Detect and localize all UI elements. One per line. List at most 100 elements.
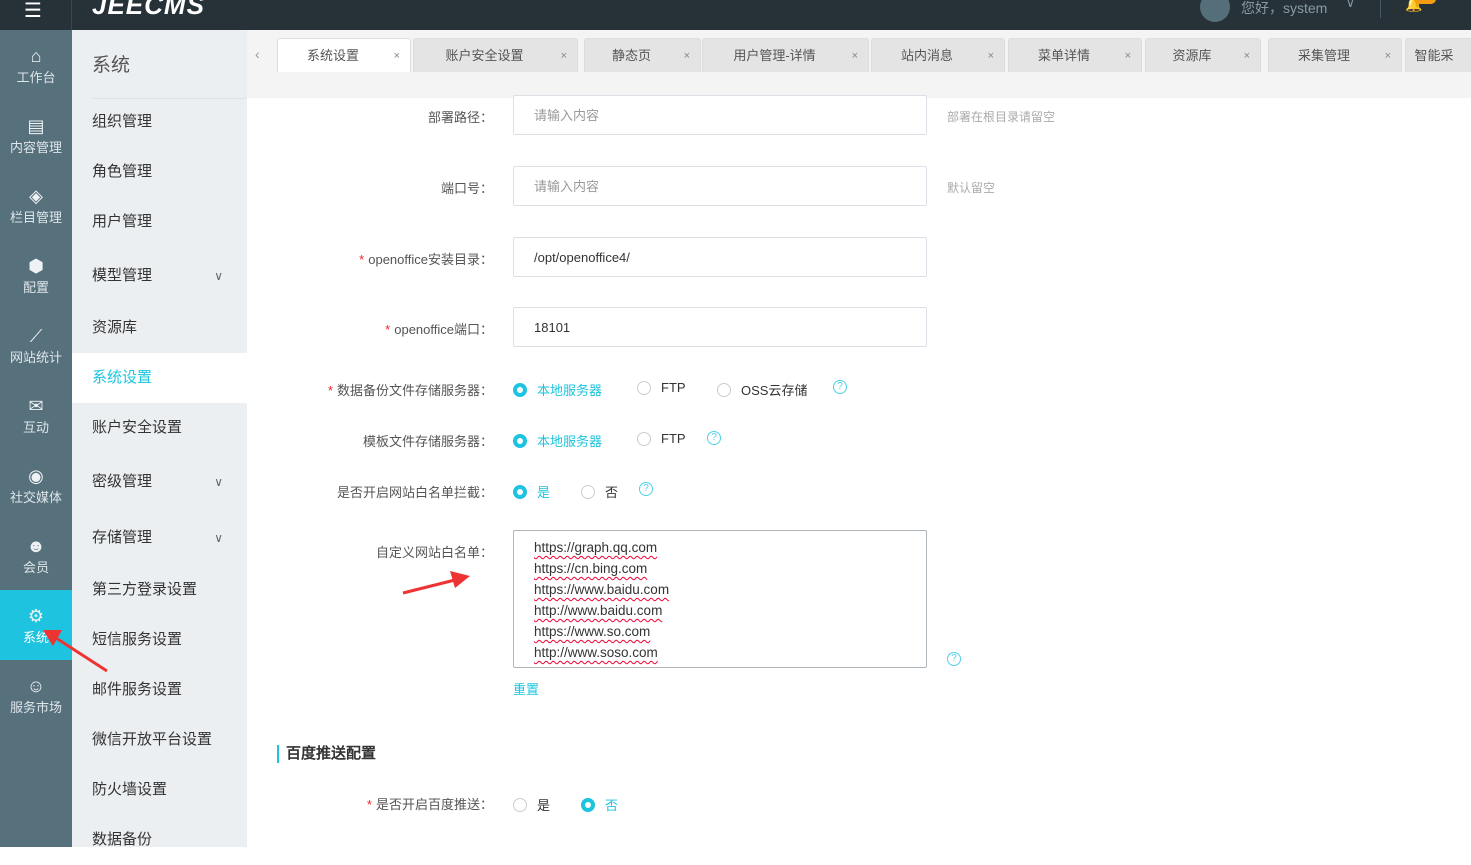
tab[interactable]: 账户安全设置 × bbox=[413, 38, 578, 72]
iconbar-item[interactable]: ✉ 互动 bbox=[0, 380, 72, 450]
reset-link[interactable]: 重置 bbox=[513, 679, 539, 698]
avatar[interactable] bbox=[1200, 0, 1230, 22]
iconbar-label: 互动 bbox=[22, 419, 49, 435]
radio-label: 否 bbox=[605, 798, 619, 813]
whitelist-line: http://www.soso.com bbox=[534, 645, 658, 660]
radio-label: 是 bbox=[537, 798, 551, 813]
tab[interactable]: 资源库 × bbox=[1145, 38, 1261, 72]
hamburger-menu-icon[interactable]: ☰ bbox=[24, 0, 42, 23]
iconbar-item[interactable]: ▤ 内容管理 bbox=[0, 100, 72, 170]
iconbar-item[interactable]: ☻ 会员 bbox=[0, 520, 72, 590]
openoffice-dir-label: * openoffice安装目录： bbox=[359, 249, 493, 268]
tab[interactable]: 站内消息 × bbox=[871, 38, 1005, 72]
red-arrow-annotation bbox=[402, 571, 470, 595]
help-icon[interactable]: ? bbox=[947, 652, 961, 666]
tab-label: 静态页 bbox=[611, 48, 651, 63]
radio-dot[interactable] bbox=[717, 382, 731, 397]
iconbar-item[interactable]: ☺ 服务市场 bbox=[0, 660, 72, 730]
user-greeting[interactable]: 您好，system bbox=[1241, 0, 1327, 18]
close-icon[interactable]: × bbox=[561, 39, 567, 73]
radio-baidu-no[interactable]: 否 bbox=[581, 795, 618, 814]
iconbar-item[interactable]: ⟋ 网站统计 bbox=[0, 310, 72, 380]
tab[interactable]: 用户管理-详情 × bbox=[702, 38, 869, 72]
close-icon[interactable]: × bbox=[852, 39, 858, 73]
radio-dot[interactable] bbox=[581, 484, 595, 499]
chevron-left-icon[interactable]: ‹ bbox=[255, 46, 260, 62]
close-icon[interactable]: × bbox=[988, 39, 994, 73]
tab[interactable]: 系统设置 × bbox=[277, 38, 411, 72]
submenu-label: 用户管理 bbox=[92, 213, 153, 230]
radio-backup-oss[interactable]: OSS云存储 bbox=[717, 380, 807, 399]
radio-backup-local[interactable]: 本地服务器 bbox=[513, 380, 602, 399]
submenu-item[interactable]: 组织管理 bbox=[72, 97, 247, 147]
gear-icon: ⚙ bbox=[27, 605, 45, 626]
tab[interactable]: 菜单详情 × bbox=[1008, 38, 1142, 72]
radio-label: FTP bbox=[661, 380, 686, 395]
close-icon[interactable]: × bbox=[684, 39, 690, 73]
radio-label: 本地服务器 bbox=[537, 383, 603, 398]
whitelist-textarea[interactable]: https://graph.qq.com https://cn.bing.com h… bbox=[513, 530, 927, 668]
radio-dot[interactable] bbox=[513, 797, 527, 812]
radio-dot[interactable] bbox=[513, 433, 527, 448]
openoffice-dir-input[interactable] bbox=[513, 237, 927, 277]
help-icon[interactable]: ? bbox=[833, 380, 847, 394]
submenu-item[interactable]: 账户安全设置 bbox=[72, 403, 247, 453]
submenu-label: 数据备份 bbox=[92, 831, 153, 848]
tab[interactable]: 采集管理 × bbox=[1268, 38, 1402, 72]
radio-dot[interactable] bbox=[637, 380, 651, 395]
submenu-label: 短信服务设置 bbox=[92, 631, 183, 648]
tab[interactable]: 静态页 × bbox=[584, 38, 701, 72]
submenu-item[interactable]: 微信开放平台设置 bbox=[72, 715, 247, 765]
close-icon[interactable]: × bbox=[1244, 39, 1250, 73]
submenu-item[interactable]: 防火墙设置 bbox=[72, 765, 247, 815]
whitelist-label: 自定义网站白名单： bbox=[375, 545, 493, 560]
help-icon[interactable]: ? bbox=[707, 431, 721, 445]
home-icon: ⌂ bbox=[30, 45, 42, 66]
close-icon[interactable]: × bbox=[394, 39, 400, 73]
iconbar-item[interactable]: ◉ 社交媒体 bbox=[0, 450, 72, 520]
radio-backup-ftp[interactable]: FTP bbox=[637, 380, 686, 395]
cube-icon: ⬢ bbox=[28, 255, 44, 276]
radio-baidu-yes[interactable]: 是 bbox=[513, 795, 550, 814]
iconbar-label: 会员 bbox=[22, 559, 49, 575]
iconbar-item[interactable]: ⌂ 工作台 bbox=[0, 30, 72, 100]
close-icon[interactable]: × bbox=[1385, 39, 1391, 73]
close-icon[interactable]: × bbox=[1125, 39, 1131, 73]
submenu-item[interactable]: 密级管理 ∨ bbox=[72, 457, 247, 507]
iconbar-item[interactable]: ◈ 栏目管理 bbox=[0, 170, 72, 240]
submenu-item[interactable]: 用户管理 bbox=[72, 197, 247, 247]
submenu-item[interactable]: 数据备份 bbox=[72, 815, 247, 865]
radio-template-ftp[interactable]: FTP bbox=[637, 431, 686, 446]
submenu-item[interactable]: 资源库 bbox=[72, 303, 247, 353]
submenu-item[interactable]: 存储管理 ∨ bbox=[72, 513, 247, 563]
section-title: 百度推送配置 bbox=[277, 745, 376, 763]
submenu-item[interactable]: 角色管理 bbox=[72, 147, 247, 197]
chevron-down-icon[interactable]: ∨ bbox=[214, 513, 223, 563]
chevron-down-icon[interactable]: ∨ bbox=[214, 251, 223, 301]
radio-dot[interactable] bbox=[637, 431, 651, 446]
submenu-item[interactable]: 模型管理 ∨ bbox=[72, 251, 247, 301]
tab[interactable]: 智能采 bbox=[1405, 38, 1471, 72]
radio-template-local[interactable]: 本地服务器 bbox=[513, 431, 602, 450]
iconbar-item[interactable]: ⚙ 系统 bbox=[0, 590, 72, 660]
radio-dot[interactable] bbox=[513, 382, 527, 397]
iconbar-label: 工作台 bbox=[16, 69, 56, 85]
radio-dot[interactable] bbox=[581, 797, 595, 812]
openoffice-port-input[interactable] bbox=[513, 307, 927, 347]
port-hint: 默认留空 bbox=[947, 181, 996, 195]
help-icon[interactable]: ? bbox=[639, 482, 653, 496]
iconbar-item[interactable]: ⬢ 配置 bbox=[0, 240, 72, 310]
submenu-item[interactable]: 邮件服务设置 bbox=[72, 665, 247, 715]
radio-whitelist-no[interactable]: 否 bbox=[581, 482, 618, 501]
radio-dot[interactable] bbox=[513, 484, 527, 499]
radio-whitelist-yes[interactable]: 是 bbox=[513, 482, 550, 501]
submenu-item[interactable]: 系统设置 bbox=[72, 353, 247, 403]
label-text: openoffice端口： bbox=[394, 322, 493, 337]
submenu-item[interactable]: 短信服务设置 bbox=[72, 615, 247, 665]
chevron-down-icon[interactable]: ∨ bbox=[214, 457, 223, 507]
chevron-down-icon[interactable]: ∨ bbox=[1346, 0, 1355, 10]
submenu-label: 角色管理 bbox=[92, 163, 153, 180]
port-input[interactable] bbox=[513, 166, 927, 206]
deploy-path-input[interactable] bbox=[513, 95, 927, 135]
submenu-item[interactable]: 第三方登录设置 bbox=[72, 565, 247, 615]
